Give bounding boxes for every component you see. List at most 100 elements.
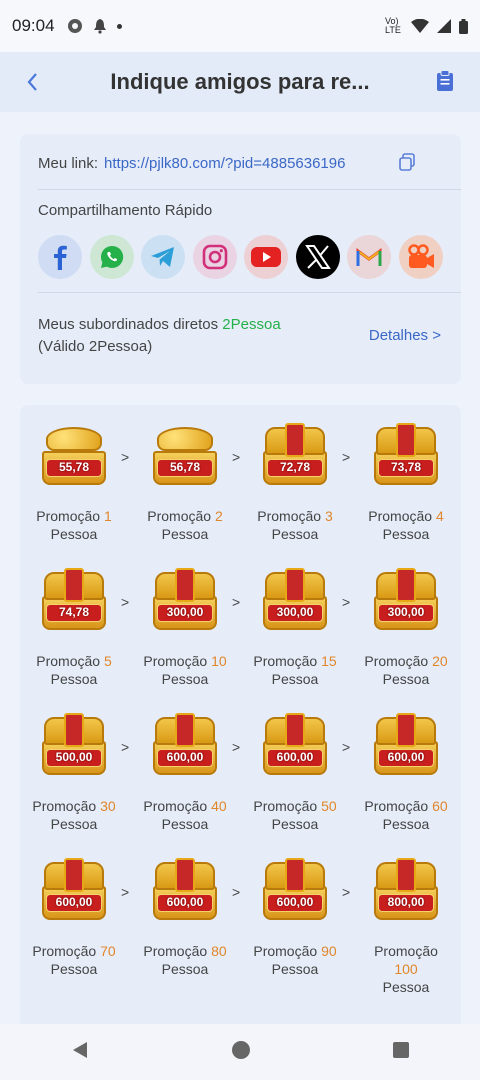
kwai-icon [407,244,434,268]
promo-prefix: Promoção [364,653,429,669]
promo-count: 30 [100,798,116,814]
reward-tier[interactable]: 800,00 Promoção 100 Pessoa [361,858,451,996]
treasure-chest-icon: 72,78 [259,423,331,489]
reward-amount: 300,00 [267,604,323,622]
reward-tier[interactable]: 600,00 Promoção 60 Pessoa [361,713,451,833]
promo-suffix: Pessoa [161,961,209,977]
facebook-share-button[interactable] [38,235,82,279]
instagram-icon [202,244,227,270]
chrome-icon [67,19,82,33]
android-nav-bar [0,1024,480,1080]
promo-prefix: Promoção [147,508,212,524]
promo-count: 1 [103,508,112,524]
promo-suffix: Pessoa [382,526,430,542]
chevron-right-icon: > [342,884,351,900]
chevron-right-icon: > [232,739,241,755]
reward-requirement: Promoção 40 Pessoa [140,797,230,833]
reward-tier[interactable]: 300,00 Promoção 15 Pessoa [250,568,340,688]
reward-tier[interactable]: 600,00 Promoção 80 Pessoa [140,858,230,978]
promo-prefix: Promoção [253,943,318,959]
clipboard-button[interactable] [436,70,454,92]
treasure-chest-icon: 300,00 [149,568,221,634]
promo-count: 40 [211,798,227,814]
page-title: Indique amigos para re... [110,69,370,94]
copy-link-button[interactable] [399,153,415,171]
treasure-chest-icon: 600,00 [259,858,331,924]
reward-tier[interactable]: 500,00 Promoção 30 Pessoa [29,713,119,833]
treasure-chest-icon: 800,00 [370,858,442,924]
reward-requirement: Promoção 3 Pessoa [250,507,340,543]
instagram-share-button[interactable] [192,235,237,279]
reward-amount: 600,00 [157,894,213,912]
telegram-icon [151,247,174,267]
chevron-right-icon: > [232,449,241,465]
whatsapp-share-button[interactable] [89,235,134,279]
treasure-chest-icon: 73,78 [370,423,442,489]
nav-recents-button[interactable] [392,1041,410,1064]
promo-prefix: Promoção [368,508,433,524]
facebook-icon [54,245,67,270]
telegram-share-button[interactable] [141,235,185,279]
reward-tier[interactable]: 56,78 Promoção 2 Pessoa [140,423,230,543]
promo-count: 15 [321,653,337,669]
reward-tier[interactable]: 600,00 Promoção 70 Pessoa [29,858,119,978]
reward-amount: 800,00 [378,894,434,912]
kwai-share-button[interactable] [398,235,443,279]
divider [38,292,461,293]
promo-suffix: Pessoa [161,671,209,687]
reward-requirement: Promoção 20 Pessoa [361,652,451,688]
wifi-icon [411,19,429,33]
reward-tier[interactable]: 600,00 Promoção 90 Pessoa [250,858,340,978]
x-share-button[interactable] [295,235,340,279]
promo-prefix: Promoção [253,653,318,669]
chevron-right-icon: > [232,594,241,610]
whatsapp-icon [100,245,123,268]
reward-tier[interactable]: 55,78 Promoção 1 Pessoa [29,423,119,543]
reward-tier[interactable]: 600,00 Promoção 40 Pessoa [140,713,230,833]
promo-suffix: Pessoa [161,816,209,832]
reward-amount: 74,78 [46,604,102,622]
reward-amount: 500,00 [46,749,102,767]
details-link[interactable]: Detalhes > [369,327,441,344]
reward-tier[interactable]: 600,00 Promoção 50 Pessoa [250,713,340,833]
reward-requirement: Promoção 4 Pessoa [361,507,451,543]
quick-share-label: Compartilhamento Rápido [38,202,213,219]
chevron-right-icon: > [342,449,351,465]
reward-tier[interactable]: 300,00 Promoção 20 Pessoa [361,568,451,688]
youtube-share-button[interactable] [244,235,288,279]
invite-link-card: Meu link: https://pjlk80.com/?pid=488563… [20,134,461,384]
reward-requirement: Promoção 1 Pessoa [29,507,119,543]
page-header: Indique amigos para re... [0,52,480,112]
open-treasure-chest-icon: 55,78 [38,423,110,489]
reward-requirement: Promoção 60 Pessoa [361,797,451,833]
promo-prefix: Promoção [36,508,101,524]
reward-tier[interactable]: 72,78 Promoção 3 Pessoa [250,423,340,543]
reward-amount: 600,00 [267,749,323,767]
invite-link-url[interactable]: https://pjlk80.com/?pid=4885636196 [104,155,345,172]
treasure-chest-icon: 600,00 [149,858,221,924]
treasure-chest-icon: 74,78 [38,568,110,634]
nav-back-button[interactable] [70,1040,90,1065]
signal-icon [437,19,451,33]
back-button[interactable] [22,68,46,96]
battery-icon [459,18,468,34]
treasure-chest-icon: 300,00 [259,568,331,634]
reward-amount: 56,78 [157,459,213,477]
reward-tier[interactable]: 74,78 Promoção 5 Pessoa [29,568,119,688]
promo-suffix: Pessoa [271,526,319,542]
divider [38,189,461,190]
treasure-chest-icon: 600,00 [149,713,221,779]
promo-count: 10 [211,653,227,669]
promo-prefix: Promoção [32,798,97,814]
content-area[interactable]: Meu link: https://pjlk80.com/?pid=488563… [0,112,480,1024]
gmail-share-button[interactable] [347,235,391,279]
reward-tier[interactable]: 73,78 Promoção 4 Pessoa [361,423,451,543]
promo-prefix: Promoção [253,798,318,814]
reward-requirement: Promoção 2 Pessoa [140,507,230,543]
promo-suffix: Pessoa [382,816,430,832]
youtube-icon [251,247,281,267]
nav-home-button[interactable] [231,1040,251,1065]
subordinates-count: 2Pessoa [222,316,281,333]
direct-subordinates: Meus subordinados diretos 2Pessoa (Válid… [38,314,281,358]
reward-tier[interactable]: 300,00 Promoção 10 Pessoa [140,568,230,688]
